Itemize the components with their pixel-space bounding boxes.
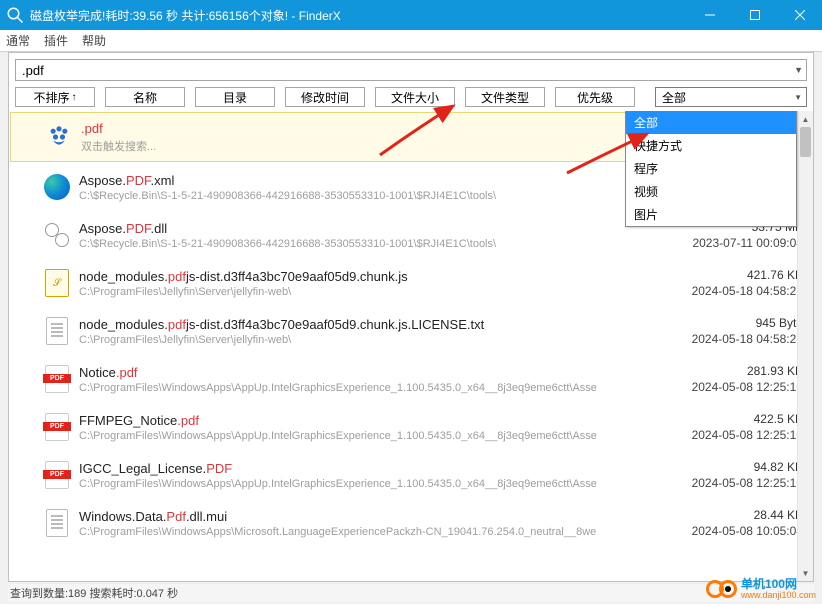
- status-text: 查询到数量:189 搜索耗时:0.047 秒: [10, 585, 178, 601]
- file-path: C:\ProgramFiles\WindowsApps\AppUp.IntelG…: [79, 382, 623, 394]
- file-date: 2024-05-08 10:05:04: [623, 524, 803, 538]
- filter-option[interactable]: 程序: [626, 157, 796, 180]
- file-date: 2024-05-08 12:25:10: [623, 428, 803, 442]
- menubar: 通常 插件 帮助: [0, 30, 822, 52]
- file-icon: [43, 461, 71, 489]
- file-date: 2024-05-08 12:25:10: [623, 380, 803, 394]
- file-path: C:\ProgramFiles\Jellyfin\Server\jellyfin…: [79, 286, 623, 298]
- file-date: 2023-07-11 00:09:04: [623, 236, 803, 250]
- vertical-scrollbar[interactable]: ▲ ▼: [797, 111, 813, 581]
- file-row[interactable]: FFMPEG_Notice.pdf C:\ProgramFiles\Window…: [9, 403, 813, 451]
- filter-option[interactable]: 图片: [626, 203, 796, 226]
- header-mtime[interactable]: 修改时间: [285, 87, 365, 107]
- file-size: 945 Byte: [623, 316, 803, 330]
- file-row[interactable]: 𝒮 node_modules.pdfjs-dist.d3ff4a3bc70e9a…: [9, 259, 813, 307]
- file-name: Aspose.PDF.xml: [79, 173, 623, 188]
- scroll-up-icon[interactable]: ▲: [798, 111, 813, 127]
- header-name[interactable]: 名称: [105, 87, 185, 107]
- file-name: FFMPEG_Notice.pdf: [79, 413, 623, 428]
- file-meta: 94.82 KB 2024-05-08 12:25:10: [623, 460, 803, 490]
- file-size: 421.76 KB: [623, 268, 803, 282]
- file-date: 2024-05-18 04:58:28: [623, 332, 803, 346]
- file-path: C:\ProgramFiles\WindowsApps\Microsoft.La…: [79, 526, 623, 538]
- file-row[interactable]: IGCC_Legal_License.PDF C:\ProgramFiles\W…: [9, 451, 813, 499]
- header-dir[interactable]: 目录: [195, 87, 275, 107]
- menu-normal[interactable]: 通常: [6, 32, 30, 49]
- app-icon: [6, 6, 24, 24]
- file-row[interactable]: Windows.Data.Pdf.dll.mui C:\ProgramFiles…: [9, 499, 813, 547]
- file-path: C:\ProgramFiles\WindowsApps\AppUp.IntelG…: [79, 478, 623, 490]
- file-size: 281.93 KB: [623, 364, 803, 378]
- watermark-name: 单机100网: [741, 578, 816, 590]
- file-size: 28.44 KB: [623, 508, 803, 522]
- menu-plugin[interactable]: 插件: [44, 32, 68, 49]
- scroll-thumb[interactable]: [800, 127, 811, 157]
- titlebar: 磁盘枚举完成!耗时:39.56 秒 共计:656156个对象! - Finder…: [0, 0, 822, 30]
- file-path: C:\$Recycle.Bin\S-1-5-21-490908366-44291…: [79, 190, 623, 202]
- file-meta: 281.93 KB 2024-05-08 12:25:10: [623, 364, 803, 394]
- maximize-button[interactable]: [732, 0, 777, 30]
- file-name: node_modules.pdfjs-dist.d3ff4a3bc70e9aaf…: [79, 317, 623, 332]
- file-meta: 422.5 KB 2024-05-08 12:25:10: [623, 412, 803, 442]
- file-size: 422.5 KB: [623, 412, 803, 426]
- sort-button[interactable]: 不排序: [15, 87, 95, 107]
- close-button[interactable]: [777, 0, 822, 30]
- file-name: node_modules.pdfjs-dist.d3ff4a3bc70e9aaf…: [79, 269, 623, 284]
- file-row[interactable]: Notice.pdf C:\ProgramFiles\WindowsApps\A…: [9, 355, 813, 403]
- column-headers: 不排序 名称 目录 修改时间 文件大小 文件类型 优先级 全部: [9, 87, 813, 111]
- file-name: Windows.Data.Pdf.dll.mui: [79, 509, 623, 524]
- file-icon: [43, 173, 71, 201]
- file-name: Notice.pdf: [79, 365, 623, 380]
- file-meta: 28.44 KB 2024-05-08 10:05:04: [623, 508, 803, 538]
- header-size[interactable]: 文件大小: [375, 87, 455, 107]
- file-icon: [43, 509, 71, 537]
- header-ftype[interactable]: 文件类型: [465, 87, 545, 107]
- window-title: 磁盘枚举完成!耗时:39.56 秒 共计:656156个对象! - Finder…: [30, 7, 687, 24]
- watermark: 单机100网 www.danji100.com: [706, 578, 816, 600]
- type-filter-select[interactable]: 全部: [655, 87, 807, 107]
- header-priority[interactable]: 优先级: [555, 87, 635, 107]
- file-size: 94.82 KB: [623, 460, 803, 474]
- file-icon: 𝒮: [43, 269, 71, 297]
- file-path: C:\ProgramFiles\WindowsApps\AppUp.IntelG…: [79, 430, 623, 442]
- file-icon: [43, 317, 71, 345]
- file-row[interactable]: node_modules.pdfjs-dist.d3ff4a3bc70e9aaf…: [9, 307, 813, 355]
- status-bar: 查询到数量:189 搜索耗时:0.047 秒: [8, 584, 814, 602]
- file-date: 2024-05-08 12:25:10: [623, 476, 803, 490]
- filter-option[interactable]: 视频: [626, 180, 796, 203]
- file-date: 2024-05-18 04:58:28: [623, 284, 803, 298]
- file-icon: [43, 221, 71, 249]
- file-icon: [45, 123, 73, 151]
- file-path: 双击触发搜索...: [81, 138, 621, 154]
- filter-option[interactable]: 全部: [626, 111, 796, 134]
- file-name: IGCC_Legal_License.PDF: [79, 461, 623, 476]
- type-filter-dropdown[interactable]: 全部 快捷方式 程序 视频 图片: [625, 111, 797, 227]
- file-path: C:\$Recycle.Bin\S-1-5-21-490908366-44291…: [79, 238, 623, 250]
- menu-help[interactable]: 帮助: [82, 32, 106, 49]
- file-meta: 421.76 KB 2024-05-18 04:58:28: [623, 268, 803, 298]
- filter-option[interactable]: 快捷方式: [626, 134, 796, 157]
- file-meta: 945 Byte 2024-05-18 04:58:28: [623, 316, 803, 346]
- file-path: C:\ProgramFiles\Jellyfin\Server\jellyfin…: [79, 334, 623, 346]
- file-icon: [43, 413, 71, 441]
- content-panel: ▼ 不排序 名称 目录 修改时间 文件大小 文件类型 优先级 全部 .pdf 双…: [8, 52, 814, 582]
- search-input[interactable]: [15, 59, 807, 81]
- watermark-url: www.danji100.com: [741, 590, 816, 600]
- watermark-logo-icon: [706, 580, 737, 598]
- file-icon: [43, 365, 71, 393]
- minimize-button[interactable]: [687, 0, 732, 30]
- file-name: Aspose.PDF.dll: [79, 221, 623, 236]
- file-name: .pdf: [81, 121, 621, 136]
